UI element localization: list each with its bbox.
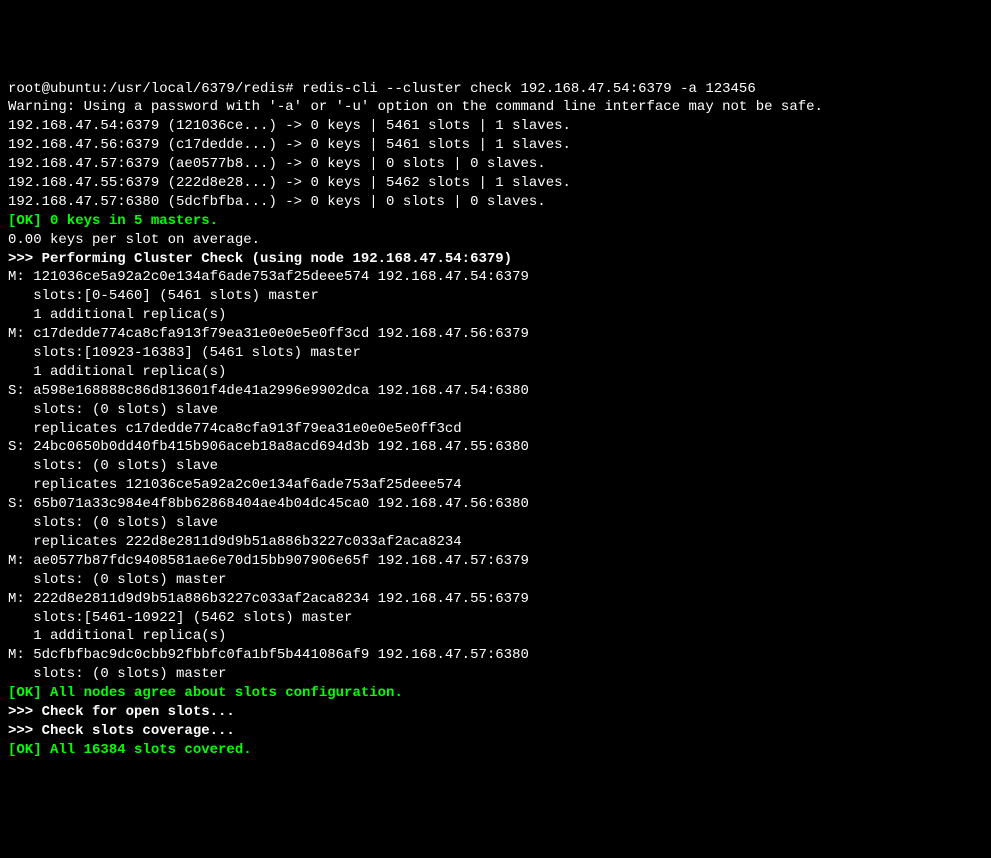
node-summary-line: 192.168.47.55:6379 (222d8e28...) -> 0 ke…	[8, 174, 983, 193]
cluster-detail-line: slots: (0 slots) slave	[8, 514, 983, 533]
node-summary-line: 192.168.47.56:6379 (c17dedde...) -> 0 ke…	[8, 136, 983, 155]
cluster-detail-line: S: a598e168888c86d813601f4de41a2996e9902…	[8, 382, 983, 401]
terminal-warning-line: Warning: Using a password with '-a' or '…	[8, 98, 983, 117]
avg-keys-line: 0.00 keys per slot on average.	[8, 231, 983, 250]
cluster-detail-line: slots: (0 slots) master	[8, 665, 983, 684]
cluster-detail-line: slots:[10923-16383] (5461 slots) master	[8, 344, 983, 363]
check-open-slots-line: >>> Check for open slots...	[8, 703, 983, 722]
cluster-detail-line: M: ae0577b87fdc9408581ae6e70d15bb907906e…	[8, 552, 983, 571]
cluster-detail-line: M: c17dedde774ca8cfa913f79ea31e0e0e5e0ff…	[8, 325, 983, 344]
cluster-check-header: >>> Performing Cluster Check (using node…	[8, 250, 983, 269]
cluster-detail-line: slots: (0 slots) slave	[8, 401, 983, 420]
cluster-detail-line: 1 additional replica(s)	[8, 306, 983, 325]
cluster-detail-line: M: 121036ce5a92a2c0e134af6ade753af25deee…	[8, 268, 983, 287]
cluster-detail-line: S: 24bc0650b0dd40fb415b906aceb18a8acd694…	[8, 438, 983, 457]
cluster-detail-line: replicates 222d8e2811d9d9b51a886b3227c03…	[8, 533, 983, 552]
cluster-detail-line: replicates c17dedde774ca8cfa913f79ea31e0…	[8, 420, 983, 439]
node-summary-line: 192.168.47.54:6379 (121036ce...) -> 0 ke…	[8, 117, 983, 136]
cluster-detail-line: slots: (0 slots) slave	[8, 457, 983, 476]
ok-slots-covered-line: [OK] All 16384 slots covered.	[8, 741, 983, 760]
cluster-detail-line: 1 additional replica(s)	[8, 363, 983, 382]
cluster-detail-line: 1 additional replica(s)	[8, 627, 983, 646]
node-summary-line: 192.168.47.57:6380 (5dcfbfba...) -> 0 ke…	[8, 193, 983, 212]
cluster-detail-line: M: 5dcfbfbac9dc0cbb92fbbfc0fa1bf5b441086…	[8, 646, 983, 665]
terminal-prompt-line[interactable]: root@ubuntu:/usr/local/6379/redis# redis…	[8, 80, 983, 99]
cluster-detail-line: slots: (0 slots) master	[8, 571, 983, 590]
cluster-detail-line: slots:[0-5460] (5461 slots) master	[8, 287, 983, 306]
cluster-detail-line: replicates 121036ce5a92a2c0e134af6ade753…	[8, 476, 983, 495]
ok-slots-config-line: [OK] All nodes agree about slots configu…	[8, 684, 983, 703]
cluster-detail-line: M: 222d8e2811d9d9b51a886b3227c033af2aca8…	[8, 590, 983, 609]
node-summary-line: 192.168.47.57:6379 (ae0577b8...) -> 0 ke…	[8, 155, 983, 174]
check-slots-coverage-line: >>> Check slots coverage...	[8, 722, 983, 741]
cluster-detail-line: S: 65b071a33c984e4f8bb62868404ae4b04dc45…	[8, 495, 983, 514]
cluster-detail-line: slots:[5461-10922] (5462 slots) master	[8, 609, 983, 628]
ok-keys-line: [OK] 0 keys in 5 masters.	[8, 212, 983, 231]
